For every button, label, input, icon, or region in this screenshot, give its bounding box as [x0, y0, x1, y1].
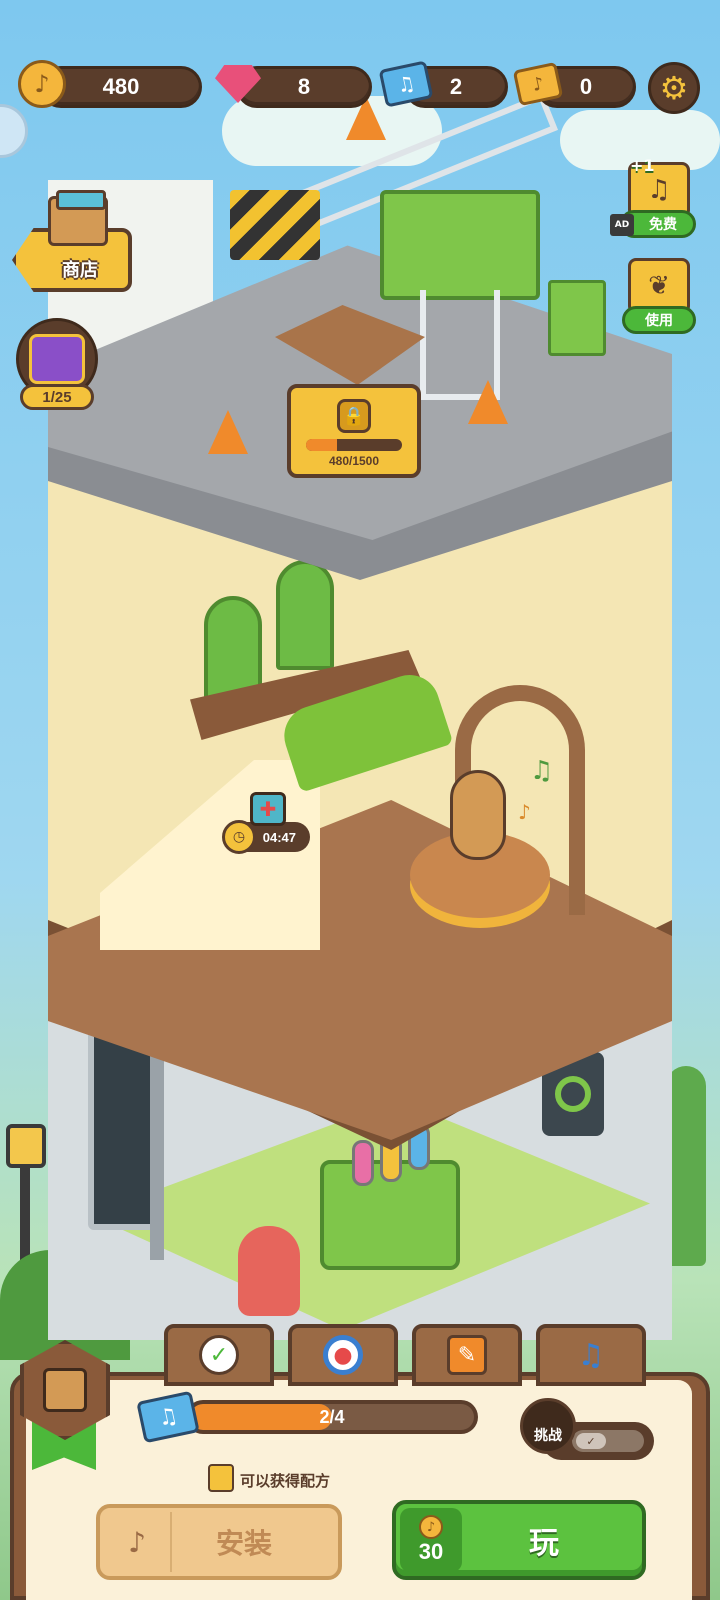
- music-note-icon: ♪: [518, 800, 531, 824]
- guitar-character[interactable]: [450, 770, 506, 860]
- arched-window-right: [276, 560, 334, 670]
- construction-barrier: [230, 190, 320, 260]
- gem-icon: [212, 58, 264, 110]
- crane-cabin: [380, 190, 540, 300]
- clock-icon: ◷: [222, 820, 256, 854]
- settings-button[interactable]: ⚙: [648, 62, 700, 114]
- floor-unlock-sign[interactable]: 🔒 480/1500: [287, 384, 421, 478]
- plus-one-badge: +1: [630, 156, 655, 175]
- tab-decorate[interactable]: ✎: [412, 1324, 522, 1386]
- tab-goals[interactable]: ●: [288, 1324, 398, 1386]
- wings-icon: ❦: [648, 271, 670, 301]
- challenge-flag-button[interactable]: 挑战: [520, 1398, 576, 1454]
- use-label: 使用: [645, 313, 673, 329]
- blue-ticket-icon: ♫: [378, 58, 434, 110]
- hooded-character: [238, 1226, 300, 1316]
- street-lamp: [6, 1124, 46, 1168]
- tube-pink: [352, 1140, 374, 1186]
- build-tools-icon: [43, 1368, 87, 1412]
- elevator-door: [88, 1030, 158, 1230]
- chat-tab-button[interactable]: [0, 104, 28, 158]
- electric-box: [548, 280, 606, 356]
- traffic-cone: [468, 380, 508, 424]
- blue-ticket-amount: 2: [449, 74, 463, 99]
- free-label: 免费: [649, 217, 677, 233]
- song-progress-bar: 2/4: [186, 1400, 478, 1434]
- gold-ticket-icon: ♪: [512, 58, 564, 110]
- unlock-progress-fill: [306, 439, 337, 451]
- pipe: [150, 1050, 164, 1260]
- traffic-cone: [208, 410, 248, 454]
- recipe-hint: 可以获得配方: [240, 1472, 331, 1490]
- unlock-progress-text: 480/1500: [328, 454, 380, 468]
- use-button[interactable]: 使用: [622, 306, 696, 334]
- install-label: 安装: [215, 1527, 272, 1560]
- gear-icon: ⚙: [659, 69, 689, 107]
- chest-count: 1/25: [20, 384, 94, 410]
- tab-tasks[interactable]: ✓: [164, 1324, 274, 1386]
- play-label: 玩: [529, 1526, 559, 1561]
- tab-music-list[interactable]: ♫: [536, 1324, 646, 1386]
- treasure-chest-icon: [29, 334, 85, 384]
- unlock-progress-bar: [306, 439, 402, 451]
- song-progress-track: 2/4: [190, 1404, 474, 1430]
- gold-ticket-amount: 0: [579, 74, 593, 99]
- brush-book-icon: ✎: [447, 1335, 487, 1375]
- shop-roof-icon: [56, 190, 106, 210]
- ad-badge: AD: [610, 214, 634, 236]
- coin-icon: ♪: [419, 1515, 443, 1539]
- challenge-label: 挑战: [534, 1428, 562, 1444]
- challenge-toggle-knob[interactable]: ✓: [576, 1433, 606, 1449]
- music-list-icon: ♫: [577, 1337, 605, 1373]
- song-progress-text: 2/4: [319, 1406, 345, 1427]
- tree: [666, 1066, 706, 1266]
- target-icon: ●: [323, 1335, 363, 1375]
- shop-label: 商店: [62, 260, 98, 281]
- recipe-icon: [208, 1464, 234, 1492]
- music-note-icon: ♫: [530, 756, 554, 786]
- coin-amount: 480: [102, 74, 140, 99]
- gem-amount: 8: [297, 74, 311, 99]
- checklist-icon: ✓: [199, 1335, 239, 1375]
- timer-text: 04:47: [262, 829, 296, 845]
- play-cost: ♪ 30: [400, 1508, 462, 1572]
- play-cost-amount: 30: [418, 1539, 444, 1564]
- coin-icon: ♪: [16, 58, 68, 110]
- music-ticket-icon: ♫: [647, 175, 671, 205]
- ticket-icon: ♪: [104, 1512, 172, 1572]
- gift-icon[interactable]: ✚: [250, 792, 286, 826]
- lock-icon: 🔒: [337, 399, 371, 433]
